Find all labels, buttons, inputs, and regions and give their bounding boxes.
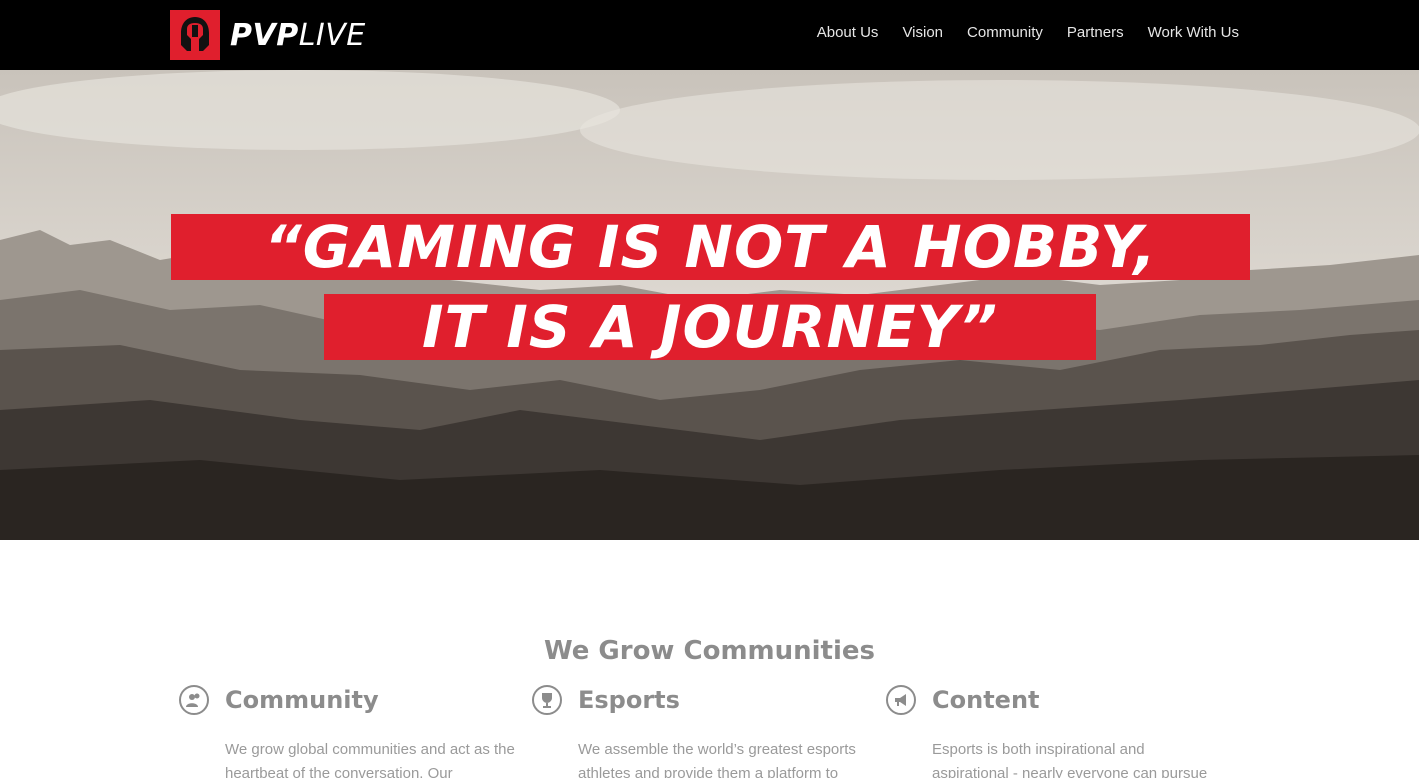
logo-wordmark-bold: PVP <box>230 17 299 53</box>
logo-wordmark-light: LIVE <box>298 17 366 53</box>
megaphone-icon <box>886 685 916 715</box>
nav-community[interactable]: Community <box>967 24 1043 41</box>
section-title: We Grow Communities <box>543 636 876 666</box>
logo-wordmark: PVPLIVE <box>230 18 366 53</box>
hero-quote-line-2: IT IS A JOURNEY” <box>324 293 1096 361</box>
community-description: We grow global communities and act as th… <box>225 741 515 778</box>
nav-about-us[interactable]: About Us <box>817 24 879 41</box>
community-icon <box>179 685 209 715</box>
esports-title: Esports <box>578 686 680 714</box>
content-column: Content Esports is both inspirational an… <box>886 684 1207 778</box>
content-header: Content <box>886 684 1206 716</box>
esports-header: Esports <box>532 684 852 716</box>
main-nav: About Us Vision Community Partners Work … <box>817 24 1239 41</box>
community-header: Community <box>179 684 499 716</box>
hero-section: “GAMING IS NOT A HOBBY, IT IS A JOURNEY” <box>0 70 1419 540</box>
community-title: Community <box>225 686 379 714</box>
spartan-helmet-icon <box>170 10 220 60</box>
nav-work-with-us[interactable]: Work With Us <box>1148 24 1239 41</box>
content-description: Esports is both inspirational and aspira… <box>932 741 1208 778</box>
trophy-icon <box>532 685 562 715</box>
nav-vision[interactable]: Vision <box>902 24 943 41</box>
content-title: Content <box>932 686 1040 714</box>
esports-description: We assemble the world’s greatest esports… <box>578 741 856 778</box>
hero-quote-line-1: “GAMING IS NOT A HOBBY, <box>171 213 1250 281</box>
pvplive-logo[interactable]: PVPLIVE <box>170 10 366 60</box>
community-column: Community We grow global communities and… <box>179 684 515 778</box>
top-navigation-bar: PVPLIVE About Us Vision Community Partne… <box>0 0 1419 70</box>
nav-partners[interactable]: Partners <box>1067 24 1124 41</box>
esports-column: Esports We assemble the world’s greatest… <box>532 684 856 778</box>
